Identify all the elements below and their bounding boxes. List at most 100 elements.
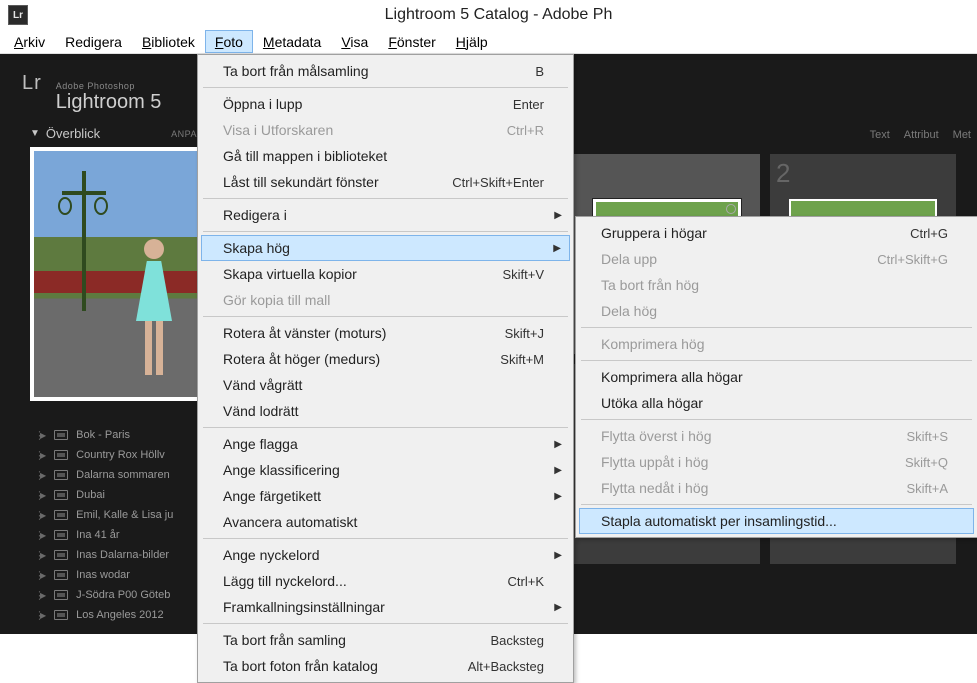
menu-lagg-till-nyckelord[interactable]: Lägg till nyckelord...Ctrl+K [201, 568, 570, 594]
filter-met[interactable]: Met [953, 129, 971, 141]
collection-item[interactable]: ⋮▶Dubai [30, 485, 210, 505]
collection-item[interactable]: ⋮▶Los Angeles 2012 [30, 605, 210, 625]
menu-metadata[interactable]: Metadata [253, 30, 331, 53]
panel-header-overblick[interactable]: ▼ Överblick ANPASS [30, 126, 210, 141]
collection-icon [54, 450, 68, 460]
filter-bar: Text Attribut Met [870, 126, 977, 144]
expand-icon: ▶ [40, 471, 46, 480]
collection-icon [54, 590, 68, 600]
collection-label: Inas wodar [76, 569, 130, 581]
menu-ta-bort-foton[interactable]: Ta bort foton från katalogAlt+Backsteg [201, 653, 570, 679]
submenu-arrow-icon: ▶ [553, 243, 561, 254]
collection-label: Ina 41 år [76, 529, 119, 541]
collections-list: ⋮▶Bok - Paris ⋮▶Country Rox Höllv ⋮▶Dala… [30, 425, 210, 625]
collection-item[interactable]: ⋮▶J-Södra P00 Göteb [30, 585, 210, 605]
menu-skapa-virtuella[interactable]: Skapa virtuella kopiorSkift+V [201, 261, 570, 287]
menu-fonster[interactable]: Fönster [378, 30, 445, 53]
menu-gor-kopia-mall: Gör kopia till mall [201, 287, 570, 313]
menu-ta-bort-samling[interactable]: Ta bort från samlingBacksteg [201, 627, 570, 653]
filter-text[interactable]: Text [870, 129, 890, 141]
left-panel: ▼ Överblick ANPASS ⋮▶Bok - Paris ⋮▶Count… [30, 126, 210, 625]
menu-redigera[interactable]: Redigera [55, 30, 132, 53]
title-bar: Lr Lightroom 5 Catalog - Adobe Ph [0, 0, 977, 30]
preview-image [34, 151, 200, 397]
submenu-flytta-uppat[interactable]: Flytta uppåt i högSkift+Q [579, 449, 974, 475]
expand-icon: ▶ [40, 491, 46, 500]
menu-foto[interactable]: Foto [205, 30, 253, 53]
menu-arkiv[interactable]: Arkiv [4, 30, 55, 53]
menu-vand-lodratt[interactable]: Vänd lodrätt [201, 398, 570, 424]
menu-bibliotek[interactable]: Bibliotek [132, 30, 205, 53]
menu-framkallning[interactable]: Framkallningsinställningar▶ [201, 594, 570, 620]
submenu-komprimera-alla[interactable]: Komprimera alla högar [579, 364, 974, 390]
collection-icon [54, 510, 68, 520]
collection-item[interactable]: ⋮▶Inas wodar [30, 565, 210, 585]
menu-ta-bort-malsamling[interactable]: Ta bort från målsamlingB [201, 58, 570, 84]
menu-ga-till-mappen[interactable]: Gå till mappen i biblioteket [201, 143, 570, 169]
menu-separator [203, 427, 568, 428]
menu-last-sekundart[interactable]: Låst till sekundärt fönsterCtrl+Skift+En… [201, 169, 570, 195]
filter-attribut[interactable]: Attribut [904, 129, 939, 141]
collection-icon [54, 530, 68, 540]
submenu-arrow-icon: ▶ [554, 550, 562, 561]
submenu-komprimera-hog: Komprimera hög [579, 331, 974, 357]
disclosure-triangle-icon: ▼ [30, 128, 40, 139]
submenu-ta-bort-hog: Ta bort från hög [579, 272, 974, 298]
submenu-gruppera[interactable]: Gruppera i högarCtrl+G [579, 220, 974, 246]
menu-hjalp[interactable]: Hjälp [446, 30, 498, 53]
menu-ange-flagga[interactable]: Ange flagga▶ [201, 431, 570, 457]
submenu-arrow-icon: ▶ [554, 491, 562, 502]
submenu-flytta-overst[interactable]: Flytta överst i högSkift+S [579, 423, 974, 449]
collection-item[interactable]: ⋮▶Inas Dalarna-bilder [30, 545, 210, 565]
collection-icon [54, 610, 68, 620]
submenu-stapla-auto[interactable]: Stapla automatiskt per insamlingstid... [579, 508, 974, 534]
collection-label: Dalarna sommaren [76, 469, 170, 481]
submenu-dela-upp[interactable]: Dela uppCtrl+Skift+G [579, 246, 974, 272]
menu-rotera-hoger[interactable]: Rotera åt höger (medurs)Skift+M [201, 346, 570, 372]
menu-separator [203, 316, 568, 317]
menu-separator [203, 87, 568, 88]
menu-visa[interactable]: Visa [331, 30, 378, 53]
menu-redigera-i[interactable]: Redigera i▶ [201, 202, 570, 228]
submenu-utoka-alla[interactable]: Utöka alla högar [579, 390, 974, 416]
collection-label: Inas Dalarna-bilder [76, 549, 169, 561]
expand-icon: ▶ [40, 551, 46, 560]
collection-item[interactable]: ⋮▶Country Rox Höllv [30, 445, 210, 465]
menu-vand-vagratt[interactable]: Vänd vågrätt [201, 372, 570, 398]
expand-icon: ▶ [40, 451, 46, 460]
collection-label: Bok - Paris [76, 429, 130, 441]
collection-icon [54, 490, 68, 500]
menu-ange-farg[interactable]: Ange färgetikett▶ [201, 483, 570, 509]
submenu-flytta-nedat[interactable]: Flytta nedåt i högSkift+A [579, 475, 974, 501]
collection-label: Dubai [76, 489, 105, 501]
menu-ange-klass[interactable]: Ange klassificering▶ [201, 457, 570, 483]
expand-icon: ▶ [40, 611, 46, 620]
collection-label: Los Angeles 2012 [76, 609, 163, 621]
collection-label: Emil, Kalle & Lisa ju [76, 509, 173, 521]
collection-icon [54, 570, 68, 580]
menu-separator [581, 504, 972, 505]
collection-icon [54, 550, 68, 560]
collection-item[interactable]: ⋮▶Emil, Kalle & Lisa ju [30, 505, 210, 525]
expand-icon: ▶ [40, 431, 46, 440]
app-icon: Lr [8, 5, 28, 25]
menu-separator [581, 419, 972, 420]
menu-separator [203, 623, 568, 624]
menu-oppna-lupp[interactable]: Öppna i luppEnter [201, 91, 570, 117]
brand-big: Lightroom 5 [56, 91, 162, 114]
skapa-hog-submenu: Gruppera i högarCtrl+G Dela uppCtrl+Skif… [575, 216, 977, 538]
brand-small: Adobe Photoshop [56, 81, 162, 91]
submenu-arrow-icon: ▶ [554, 465, 562, 476]
collection-item[interactable]: ⋮▶Dalarna sommaren [30, 465, 210, 485]
menu-separator [203, 538, 568, 539]
menu-skapa-hog[interactable]: Skapa hög▶ [201, 235, 570, 261]
menu-avancera-auto[interactable]: Avancera automatiskt [201, 509, 570, 535]
preview-frame[interactable] [30, 147, 204, 401]
collection-icon [54, 430, 68, 440]
menu-visa-utforskaren[interactable]: Visa i UtforskarenCtrl+R [201, 117, 570, 143]
collection-item[interactable]: ⋮▶Bok - Paris [30, 425, 210, 445]
menu-ange-nyckelord[interactable]: Ange nyckelord▶ [201, 542, 570, 568]
menu-rotera-vanster[interactable]: Rotera åt vänster (moturs)Skift+J [201, 320, 570, 346]
collection-item[interactable]: ⋮▶Ina 41 år [30, 525, 210, 545]
brand: Lr Adobe Photoshop Lightroom 5 [22, 72, 161, 114]
